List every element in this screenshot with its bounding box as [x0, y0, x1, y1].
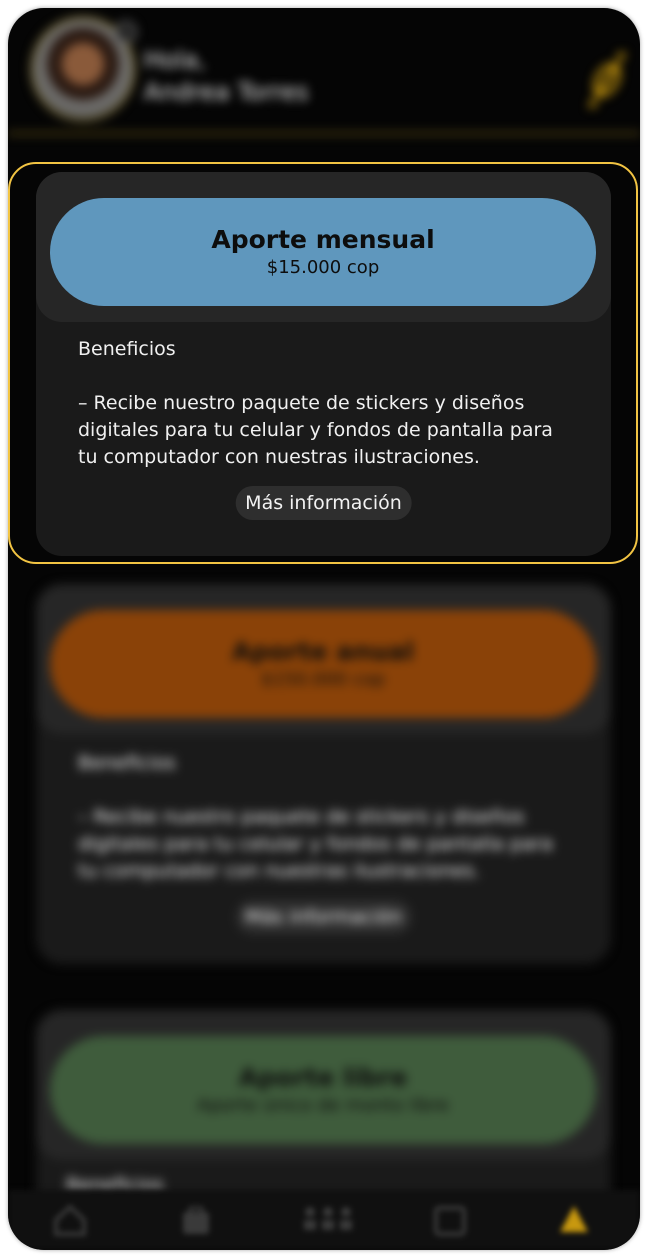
card-aporte-anual: Aporte anual $150.000 cop Beneficios – R… — [36, 584, 611, 964]
candy-icon[interactable] — [584, 48, 630, 112]
aporte-mensual-button[interactable]: Aporte mensual $15.000 cop — [50, 198, 596, 306]
phone-screen: Hola, Andrea Torres Aporte anual $150.00… — [8, 8, 640, 1250]
avatar-badge-icon — [115, 21, 137, 43]
more-info-button[interactable]: Más información — [235, 486, 412, 520]
home-icon[interactable] — [52, 1202, 88, 1238]
benefits-label: Beneficios — [78, 752, 176, 774]
bag-icon[interactable] — [178, 1202, 214, 1238]
support-icon[interactable] — [556, 1202, 592, 1238]
more-info-button[interactable]: Más información — [235, 900, 412, 934]
aporte-anual-button[interactable]: Aporte anual $150.000 cop — [50, 610, 596, 718]
user-name: Andrea Torres — [144, 78, 309, 106]
bottom-nav — [8, 1190, 640, 1250]
card-aporte-mensual: Aporte mensual $15.000 cop Beneficios – … — [36, 172, 611, 556]
calendar-icon[interactable] — [432, 1202, 468, 1238]
card-price: $15.000 cop — [266, 257, 380, 278]
card-title: Aporte anual — [231, 637, 415, 666]
benefits-text: – Recibe nuestro paquete de stickers y d… — [78, 392, 553, 468]
community-icon[interactable] — [300, 1202, 356, 1238]
card-title: Aporte libre — [238, 1063, 408, 1092]
card-price: $150.000 cop — [261, 669, 385, 690]
benefits-text: – Recibe nuestro paquete de stickers y d… — [78, 806, 553, 882]
greeting-hello: Hola, — [144, 46, 206, 74]
greeting: Hola, Andrea Torres — [144, 44, 309, 108]
header-divider — [8, 132, 640, 135]
benefits-label: Beneficios — [78, 338, 176, 360]
avatar[interactable] — [30, 16, 137, 122]
card-price: Aporte único de monto libre — [197, 1095, 449, 1116]
card-title: Aporte mensual — [211, 225, 435, 254]
header: Hola, Andrea Torres — [8, 8, 640, 136]
aporte-libre-button[interactable]: Aporte libre Aporte único de monto libre — [50, 1036, 596, 1144]
